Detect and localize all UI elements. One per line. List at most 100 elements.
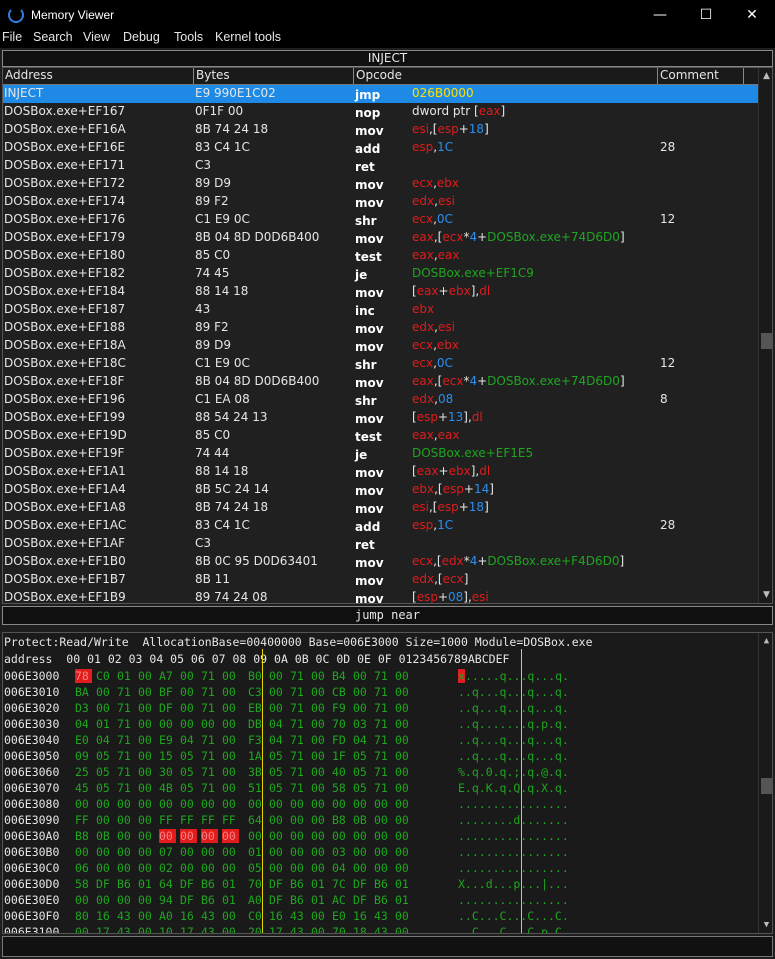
disasm-row[interactable]: DOSBox.exe+EF182 74 45 je DOSBox.exe+EF1C9 bbox=[3, 265, 758, 283]
hex-byte[interactable]: F9 bbox=[332, 701, 349, 715]
hex-byte[interactable]: 71 bbox=[290, 717, 307, 731]
hex-byte[interactable]: 00 bbox=[138, 909, 155, 923]
hex-byte[interactable]: FF bbox=[201, 813, 218, 827]
disasm-row[interactable]: DOSBox.exe+EF1A8 8B 74 24 18 mov esi,[esp+1… bbox=[3, 499, 758, 517]
hex-byte[interactable]: 05 bbox=[96, 781, 113, 795]
hex-byte[interactable]: 00 bbox=[222, 845, 239, 859]
hex-byte[interactable]: 43 bbox=[117, 925, 134, 933]
hex-byte[interactable]: F3 bbox=[248, 733, 265, 747]
disasm-row[interactable]: DOSBox.exe+EF176 C1 E9 0C shr ecx,0C 12 bbox=[3, 211, 758, 229]
hex-byte[interactable]: 01 bbox=[395, 893, 412, 907]
hex-byte[interactable]: 71 bbox=[117, 749, 134, 763]
disasm-row[interactable]: DOSBox.exe+EF179 8B 04 8D D0D6B400 mov eax,… bbox=[3, 229, 758, 247]
hex-byte[interactable]: 00 bbox=[138, 701, 155, 715]
hex-byte[interactable]: 71 bbox=[201, 749, 218, 763]
hex-byte[interactable]: 00 bbox=[138, 717, 155, 731]
hex-byte[interactable]: 70 bbox=[332, 717, 349, 731]
disasm-row[interactable]: DOSBox.exe+EF1B0 8B 0C 95 D0D63401 mov ecx,… bbox=[3, 553, 758, 571]
hex-byte[interactable]: E0 bbox=[75, 733, 92, 747]
column-header-bytes[interactable]: Bytes bbox=[194, 68, 354, 84]
hex-byte[interactable]: 43 bbox=[290, 909, 307, 923]
hex-byte[interactable]: 01 bbox=[138, 877, 155, 891]
hex-byte[interactable]: 71 bbox=[374, 669, 391, 683]
hex-byte[interactable]: 1A bbox=[248, 749, 265, 763]
scroll-up-icon[interactable]: ▲ bbox=[759, 69, 772, 83]
hex-byte[interactable]: 00 bbox=[180, 701, 197, 715]
hex-ascii[interactable]: ..C...C. .C.p.C. bbox=[458, 925, 569, 933]
hex-byte[interactable]: 18 bbox=[353, 925, 370, 933]
hex-byte[interactable]: 58 bbox=[332, 781, 349, 795]
disasm-row[interactable]: INJECT E9 990E1C02 jmp 026B0000 bbox=[3, 85, 758, 103]
hex-byte[interactable]: B6 bbox=[374, 893, 391, 907]
hex-byte[interactable]: 16 bbox=[353, 909, 370, 923]
hex-byte[interactable]: 17 bbox=[180, 925, 197, 933]
hex-byte[interactable]: 00 bbox=[222, 749, 239, 763]
hex-byte[interactable]: 00 bbox=[159, 829, 176, 843]
hex-byte[interactable]: 16 bbox=[96, 909, 113, 923]
hex-byte[interactable]: 05 bbox=[269, 765, 286, 779]
hex-byte[interactable]: 03 bbox=[353, 717, 370, 731]
hex-byte[interactable]: 00 bbox=[374, 797, 391, 811]
hex-byte[interactable]: 94 bbox=[159, 893, 176, 907]
hex-byte[interactable]: E0 bbox=[332, 909, 349, 923]
hex-byte[interactable]: 00 bbox=[201, 861, 218, 875]
hex-ascii[interactable]: ..q...q...q...q. bbox=[458, 685, 569, 699]
hex-view[interactable]: Protect:Read/Write AllocationBase=004000… bbox=[2, 632, 773, 934]
hex-byte[interactable]: 00 bbox=[290, 813, 307, 827]
hex-byte[interactable]: 00 bbox=[311, 909, 328, 923]
hex-byte[interactable]: DF bbox=[159, 701, 176, 715]
disasm-row[interactable]: DOSBox.exe+EF19F 74 44 je DOSBox.exe+EF1E5 bbox=[3, 445, 758, 463]
hex-byte[interactable]: 00 bbox=[138, 813, 155, 827]
hex-byte[interactable]: 04 bbox=[353, 733, 370, 747]
hex-byte[interactable]: 00 bbox=[138, 925, 155, 933]
hex-byte[interactable]: 00 bbox=[311, 781, 328, 795]
hex-byte[interactable]: 10 bbox=[159, 925, 176, 933]
hex-ascii[interactable]: ................ bbox=[458, 893, 569, 907]
hex-byte[interactable]: 00 bbox=[117, 813, 134, 827]
hex-byte[interactable]: 00 bbox=[395, 781, 412, 795]
hex-byte[interactable]: BA bbox=[75, 685, 92, 699]
disasm-row[interactable]: DOSBox.exe+EF19D 85 C0 test eax,eax bbox=[3, 427, 758, 445]
hex-byte[interactable]: C3 bbox=[248, 685, 265, 699]
hex-byte[interactable]: B4 bbox=[332, 669, 349, 683]
disasm-row[interactable]: DOSBox.exe+EF16A 8B 74 24 18 mov esi,[esp+1… bbox=[3, 121, 758, 139]
hex-byte[interactable]: 00 bbox=[353, 861, 370, 875]
hex-ascii[interactable]: ..C...C...C...C. bbox=[458, 909, 569, 923]
hex-byte[interactable]: 71 bbox=[201, 733, 218, 747]
hex-byte[interactable]: 00 bbox=[159, 797, 176, 811]
hex-scrollbar[interactable]: ▲ ▼ bbox=[758, 633, 772, 933]
hex-byte[interactable]: 00 bbox=[269, 861, 286, 875]
hex-byte[interactable]: 00 bbox=[269, 685, 286, 699]
hex-ascii[interactable]: ................ bbox=[458, 829, 569, 843]
hex-byte[interactable]: 06 bbox=[75, 861, 92, 875]
hex-byte[interactable]: 25 bbox=[75, 765, 92, 779]
hex-byte[interactable]: 1F bbox=[332, 749, 349, 763]
hex-byte[interactable]: 00 bbox=[138, 749, 155, 763]
hex-byte[interactable]: 00 bbox=[201, 845, 218, 859]
hex-byte[interactable]: 00 bbox=[311, 813, 328, 827]
menu-view[interactable]: View bbox=[83, 30, 110, 44]
hex-byte[interactable]: 20 bbox=[248, 925, 265, 933]
maximize-button[interactable]: ☐ bbox=[683, 0, 729, 30]
hex-byte[interactable]: A7 bbox=[159, 669, 176, 683]
hex-byte[interactable]: B6 bbox=[290, 877, 307, 891]
disasm-row[interactable]: DOSBox.exe+EF196 C1 EA 08 shr edx,08 8 bbox=[3, 391, 758, 409]
menu-kernel-tools[interactable]: Kernel tools bbox=[215, 30, 281, 44]
hex-byte[interactable]: 00 bbox=[395, 797, 412, 811]
hex-byte[interactable]: FF bbox=[180, 813, 197, 827]
hex-byte[interactable]: 00 bbox=[222, 861, 239, 875]
hex-byte[interactable]: 05 bbox=[180, 749, 197, 763]
hex-byte[interactable]: DF bbox=[353, 893, 370, 907]
hex-byte[interactable]: B0 bbox=[248, 669, 265, 683]
column-header-opcode[interactable]: Opcode bbox=[354, 68, 658, 84]
menu-file[interactable]: File bbox=[2, 30, 22, 44]
hex-byte[interactable]: 00 bbox=[353, 845, 370, 859]
hex-byte[interactable]: 00 bbox=[269, 845, 286, 859]
hex-byte[interactable]: 07 bbox=[159, 845, 176, 859]
hex-byte[interactable]: 40 bbox=[332, 765, 349, 779]
hex-byte[interactable]: 00 bbox=[395, 749, 412, 763]
hex-byte[interactable]: 71 bbox=[201, 669, 218, 683]
hex-byte[interactable]: 05 bbox=[96, 765, 113, 779]
hex-byte[interactable]: 17 bbox=[269, 925, 286, 933]
hex-byte[interactable]: 00 bbox=[311, 701, 328, 715]
